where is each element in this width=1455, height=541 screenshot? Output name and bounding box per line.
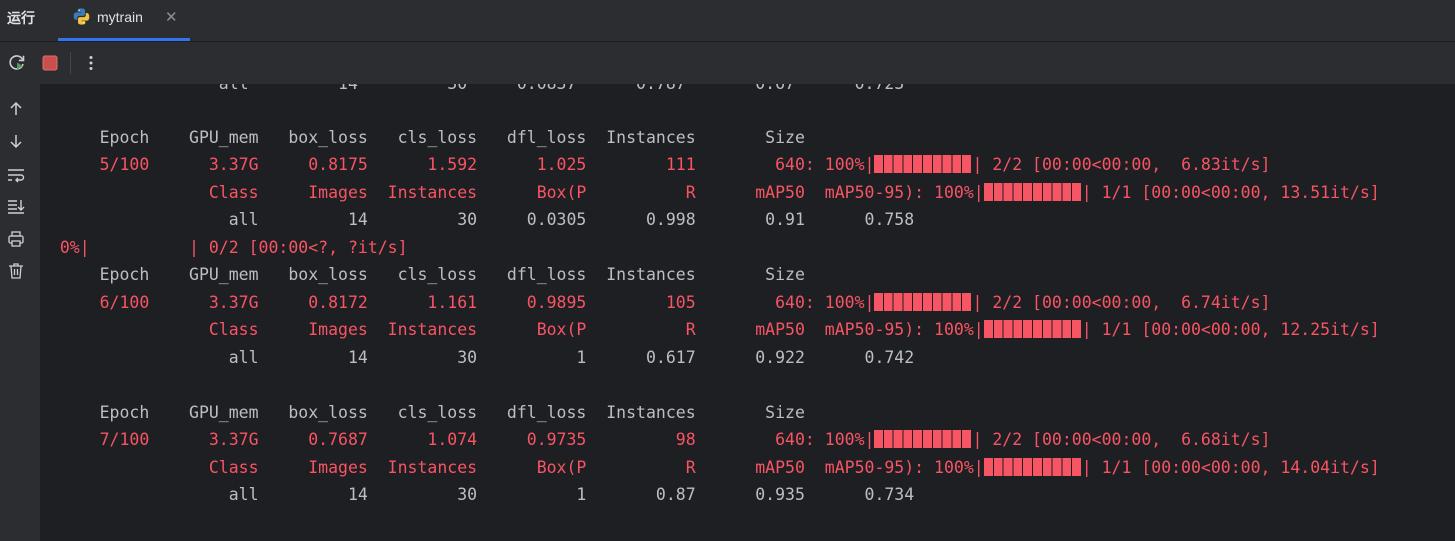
val-result-line: all 14 30 1 0.87 0.935 0.734 — [40, 485, 915, 504]
progress-bar — [874, 155, 973, 173]
val-progress-rate: | 1/1 [00:00<00:00, 14.04it/s] — [1081, 458, 1380, 477]
val-result-line: all 14 30 1 0.617 0.922 0.742 — [40, 348, 915, 367]
rerun-button[interactable] — [5, 51, 29, 75]
clear-all-button[interactable] — [6, 261, 26, 281]
progress-bar — [983, 458, 1082, 476]
tab-label: mytrain — [97, 9, 143, 25]
soft-wrap-icon — [8, 169, 25, 183]
print-button[interactable] — [6, 229, 26, 249]
scroll-to-end-button[interactable] — [6, 196, 26, 216]
run-window-title: 运行 — [7, 10, 35, 26]
val-progress-text: Class Images Instances Box(P R mAP50 mAP… — [40, 183, 984, 202]
progress-start-line: 0%| | 0/2 [00:00<?, ?it/s] — [40, 238, 408, 257]
progress-bar — [983, 320, 1082, 338]
console-output[interactable]: all 14 30 0.0837 0.787 0.67 0.723 Epoch … — [40, 84, 1455, 541]
val-progress-line: Class Images Instances Box(P R mAP50 mAP… — [40, 320, 1380, 340]
train-progress-text: 5/100 3.37G 0.8175 1.592 1.025 111 640: … — [40, 155, 875, 174]
run-tool-window: 运行 mytrain ✕ Epoch GPU_mem box_loss cls_… — [0, 0, 1455, 541]
train-progress-rate: | 2/2 [00:00<00:00, 6.68it/s] — [972, 430, 1271, 449]
python-icon — [73, 8, 90, 25]
val-progress-text: Class Images Instances Box(P R mAP50 mAP… — [40, 320, 984, 339]
epoch-header-line: Epoch GPU_mem box_loss cls_loss dfl_loss… — [40, 265, 805, 284]
progress-bar — [874, 293, 973, 311]
train-progress-text: 6/100 3.37G 0.8172 1.161 0.9895 105 640:… — [40, 293, 875, 312]
console-side-toolbar — [0, 84, 40, 541]
rerun-icon — [9, 55, 25, 70]
print-icon — [8, 231, 24, 247]
arrow-down-icon — [10, 135, 22, 149]
arrow-up-icon — [10, 101, 22, 115]
run-toolbar — [0, 42, 1455, 84]
trash-icon — [9, 263, 23, 279]
progress-bar — [874, 430, 973, 448]
val-progress-text: Class Images Instances Box(P R mAP50 mAP… — [40, 458, 984, 477]
more-vertical-icon — [89, 56, 93, 70]
epoch-header-line: Epoch GPU_mem box_loss cls_loss dfl_loss… — [40, 403, 805, 422]
scroll-up-button[interactable] — [6, 99, 26, 119]
train-progress-text: 7/100 3.37G 0.7687 1.074 0.9735 98 640: … — [40, 430, 875, 449]
train-progress-line: 6/100 3.37G 0.8172 1.161 0.9895 105 640:… — [40, 293, 1270, 313]
train-progress-rate: | 2/2 [00:00<00:00, 6.83it/s] — [972, 155, 1271, 174]
toolbar-divider — [70, 52, 71, 74]
val-progress-rate: | 1/1 [00:00<00:00, 13.51it/s] — [1081, 183, 1380, 202]
tab-mytrain[interactable]: mytrain ✕ — [58, 0, 190, 41]
scroll-to-end-icon — [8, 200, 25, 214]
close-icon[interactable]: ✕ — [165, 8, 178, 26]
scroll-down-button[interactable] — [6, 131, 26, 151]
val-progress-line: Class Images Instances Box(P R mAP50 mAP… — [40, 183, 1380, 203]
progress-bar — [983, 183, 1082, 201]
val-progress-line: Class Images Instances Box(P R mAP50 mAP… — [40, 458, 1380, 478]
stop-button[interactable] — [38, 51, 62, 75]
train-progress-rate: | 2/2 [00:00<00:00, 6.74it/s] — [972, 293, 1271, 312]
stop-icon — [42, 55, 58, 71]
train-progress-line: 5/100 3.37G 0.8175 1.592 1.025 111 640: … — [40, 155, 1270, 175]
more-actions-button[interactable] — [79, 51, 103, 75]
val-result-line: all 14 30 0.0305 0.998 0.91 0.758 — [40, 210, 915, 229]
train-progress-line: 7/100 3.37G 0.7687 1.074 0.9735 98 640: … — [40, 430, 1270, 450]
val-progress-rate: | 1/1 [00:00<00:00, 12.25it/s] — [1081, 320, 1380, 339]
epoch-header-line: Epoch GPU_mem box_loss cls_loss dfl_loss… — [40, 128, 805, 147]
console-line: all 14 30 0.0837 0.787 0.67 0.723 — [40, 84, 904, 94]
soft-wrap-button[interactable] — [6, 165, 26, 185]
run-tab-bar: 运行 mytrain ✕ — [0, 0, 1455, 42]
